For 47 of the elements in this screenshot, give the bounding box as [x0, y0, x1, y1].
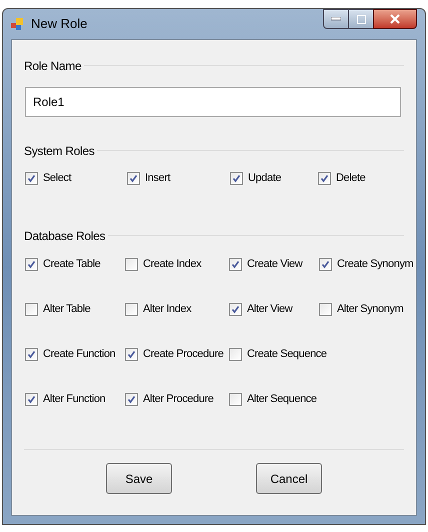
checkbox-label: Alter Function: [43, 392, 106, 407]
checkbox[interactable]: [229, 392, 242, 406]
close-button[interactable]: [373, 9, 417, 29]
checkbox-label: Update: [248, 170, 282, 186]
window-title: New Role: [31, 15, 88, 34]
checkbox[interactable]: [230, 172, 243, 184]
minimize-icon: [331, 17, 341, 21]
checkbox[interactable]: [229, 348, 242, 360]
checkbox[interactable]: [25, 302, 38, 316]
checkbox[interactable]: [125, 392, 138, 406]
dialog-button[interactable]: Save: [106, 463, 172, 494]
checkbox-label: Alter Procedure: [143, 392, 214, 407]
dialog-button[interactable]: Cancel: [256, 463, 322, 494]
checkbox-label: Insert: [145, 170, 170, 186]
checkbox[interactable]: [25, 172, 38, 184]
checkbox-label: Create View: [247, 256, 302, 272]
checkbox-label: Create Synonym: [337, 256, 414, 272]
role-name-field[interactable]: Role1: [25, 87, 401, 117]
checkbox-label: Create Table: [43, 256, 100, 272]
checkbox[interactable]: [318, 172, 331, 184]
checkbox[interactable]: [319, 258, 332, 270]
checkbox[interactable]: [319, 302, 332, 316]
checkbox-label: Select: [43, 170, 72, 186]
checkbox[interactable]: [125, 258, 138, 270]
checkbox[interactable]: [229, 258, 242, 270]
checkbox[interactable]: [25, 258, 38, 270]
checkbox-label: Create Index: [143, 256, 202, 272]
checkbox-label: Create Function: [43, 346, 116, 362]
app-icon: [11, 17, 25, 31]
minimize-button[interactable]: [323, 9, 349, 29]
checkbox-label: Delete: [336, 170, 366, 186]
checkbox-label: Create Sequence: [247, 346, 327, 362]
checkbox[interactable]: [127, 172, 140, 184]
checkbox-label: Alter Sequence: [247, 392, 317, 407]
checkbox[interactable]: [229, 302, 242, 316]
checkbox[interactable]: [25, 348, 38, 360]
checkbox-label: Alter View: [247, 302, 292, 317]
checkbox-label: Alter Table: [43, 302, 90, 317]
checkbox-label: Alter Index: [143, 302, 192, 317]
checkbox[interactable]: [25, 392, 38, 406]
checkbox[interactable]: [125, 348, 138, 360]
maximize-icon: [356, 14, 366, 24]
checkbox-label: Alter Synonym: [337, 302, 404, 317]
checkbox[interactable]: [125, 302, 138, 316]
maximize-button[interactable]: [349, 9, 373, 29]
close-icon: [390, 14, 400, 24]
checkbox-label: Create Procedure: [143, 346, 224, 362]
